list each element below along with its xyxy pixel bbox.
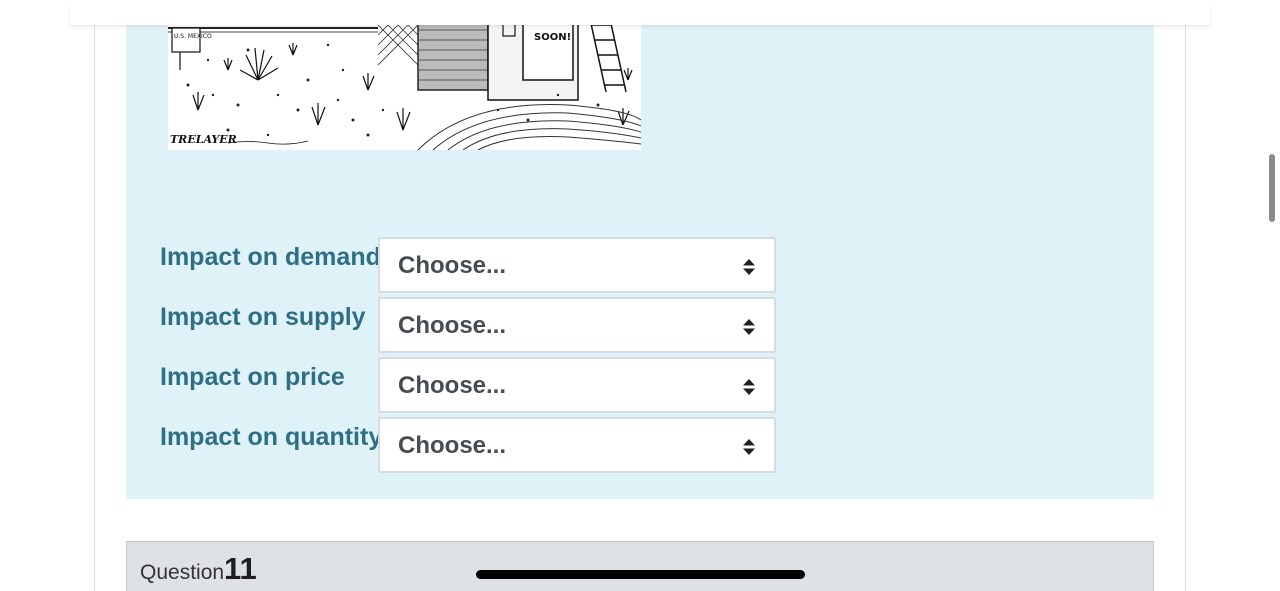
impact-supply-label: Impact on supply <box>160 303 366 331</box>
impact-supply-select[interactable]: Choose... <box>378 297 776 353</box>
impact-price-select-value: Choose... <box>398 372 507 399</box>
impact-quantity-select-value: Choose... <box>398 432 507 459</box>
question-number: 11 <box>224 551 257 586</box>
sort-arrows-icon <box>743 319 755 335</box>
cartoon-banner-text: SOON! <box>534 32 571 43</box>
impact-demand-select-value: Choose... <box>398 252 507 279</box>
sort-arrows-icon <box>743 439 755 455</box>
impact-demand-select[interactable]: Choose... <box>378 237 776 293</box>
impact-quantity-label: Impact on quantity <box>160 423 383 451</box>
impact-price-select[interactable]: Choose... <box>378 357 776 413</box>
page: SOON! U.S. MEXICO TRELAYER Impact on dem… <box>0 0 1280 591</box>
question-word: Question <box>140 561 225 584</box>
sort-arrows-icon <box>743 379 755 395</box>
scrollbar-thumb[interactable] <box>1269 154 1275 222</box>
impact-supply-select-value: Choose... <box>398 312 507 339</box>
question-header: Question 11 <box>126 541 1154 591</box>
cartoon-signature: TRELAYER <box>170 133 237 146</box>
sort-arrows-icon <box>743 259 755 275</box>
impact-price-label: Impact on price <box>160 363 345 391</box>
impact-demand-label: Impact on demand <box>160 243 381 271</box>
cartoon-sign-text: U.S. MEXICO <box>174 33 212 40</box>
home-indicator-bar[interactable] <box>476 570 805 579</box>
impact-quantity-select[interactable]: Choose... <box>378 417 776 473</box>
top-navbar <box>70 0 1210 25</box>
question-cartoon-image: SOON! U.S. MEXICO TRELAYER <box>168 10 641 150</box>
